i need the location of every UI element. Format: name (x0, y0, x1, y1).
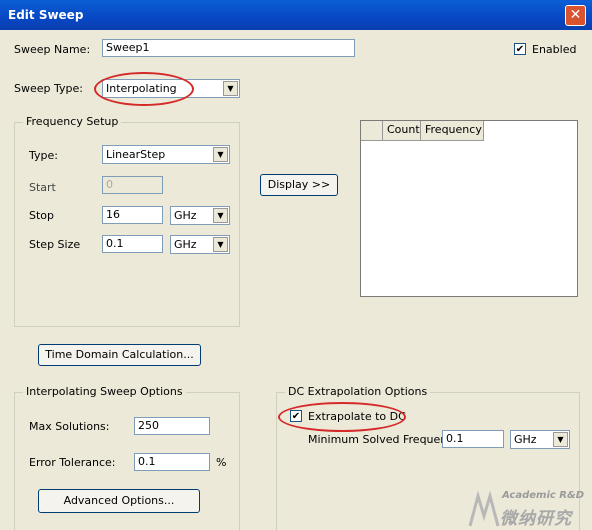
max-solutions-label: Max Solutions: (29, 420, 110, 433)
sweep-name-label: Sweep Name: (14, 43, 91, 56)
highlight-oval-sweep-type (94, 72, 194, 106)
table-header-frequency[interactable]: Frequency (421, 121, 484, 141)
frequency-type-value: LinearStep (106, 148, 166, 161)
edit-sweep-dialog: Edit Sweep ✕ Sweep Name: Sweep1 ✔ Enable… (0, 0, 592, 530)
error-tolerance-input[interactable]: 0.1 (134, 453, 210, 471)
stop-label: Stop (29, 209, 55, 222)
min-frequency-unit-dropdown[interactable]: GHz ▼ (510, 430, 570, 449)
min-solved-frequency-label: Minimum Solved Frequency (308, 433, 460, 446)
error-tolerance-unit: % (216, 456, 227, 469)
chevron-down-icon[interactable]: ▼ (223, 81, 238, 96)
frequency-type-dropdown[interactable]: LinearStep ▼ (102, 145, 230, 164)
error-tolerance-label: Error Tolerance: (29, 456, 116, 469)
display-button[interactable]: Display >> (260, 174, 338, 196)
watermark-logo: Academic R&D 微纳研究 (468, 490, 590, 530)
enabled-label: Enabled (532, 43, 577, 56)
window-title: Edit Sweep (8, 8, 84, 22)
start-label: Start (29, 181, 56, 194)
enabled-checkbox[interactable]: ✔ (514, 43, 526, 55)
table-corner (361, 121, 383, 141)
step-size-input[interactable]: 0.1 (102, 235, 163, 253)
table-header-count[interactable]: Count (383, 121, 421, 141)
advanced-options-button[interactable]: Advanced Options... (38, 489, 200, 513)
chevron-down-icon[interactable]: ▼ (213, 147, 228, 162)
min-solved-frequency-input[interactable]: 0.1 (442, 430, 504, 448)
min-frequency-unit-value: GHz (514, 433, 537, 446)
title-bar: Edit Sweep ✕ (0, 0, 592, 30)
dc-extrapolation-title: DC Extrapolation Options (285, 385, 431, 398)
time-domain-calculation-button[interactable]: Time Domain Calculation... (38, 344, 201, 366)
watermark-chars: 微纳研究 (500, 509, 572, 529)
frequency-table[interactable]: Count Frequency (360, 120, 578, 297)
stop-unit-dropdown[interactable]: GHz ▼ (170, 206, 230, 225)
sweep-type-label: Sweep Type: (14, 82, 83, 95)
highlight-oval-extrapolate (278, 402, 406, 432)
type-label: Type: (29, 149, 58, 162)
chevron-down-icon[interactable]: ▼ (553, 432, 568, 447)
watermark-text: Academic R&D (502, 490, 585, 501)
frequency-setup-title: Frequency Setup (23, 115, 122, 128)
stop-unit-value: GHz (174, 209, 197, 222)
step-unit-dropdown[interactable]: GHz ▼ (170, 235, 230, 254)
max-solutions-input[interactable]: 250 (134, 417, 210, 435)
sweep-name-input[interactable]: Sweep1 (102, 39, 355, 57)
close-button[interactable]: ✕ (565, 5, 586, 26)
chevron-down-icon[interactable]: ▼ (213, 237, 228, 252)
chevron-down-icon[interactable]: ▼ (213, 208, 228, 223)
interpolating-options-title: Interpolating Sweep Options (23, 385, 186, 398)
step-unit-value: GHz (174, 238, 197, 251)
stop-input[interactable]: 16 (102, 206, 163, 224)
step-size-label: Step Size (29, 238, 81, 251)
start-input: 0 (102, 176, 163, 194)
